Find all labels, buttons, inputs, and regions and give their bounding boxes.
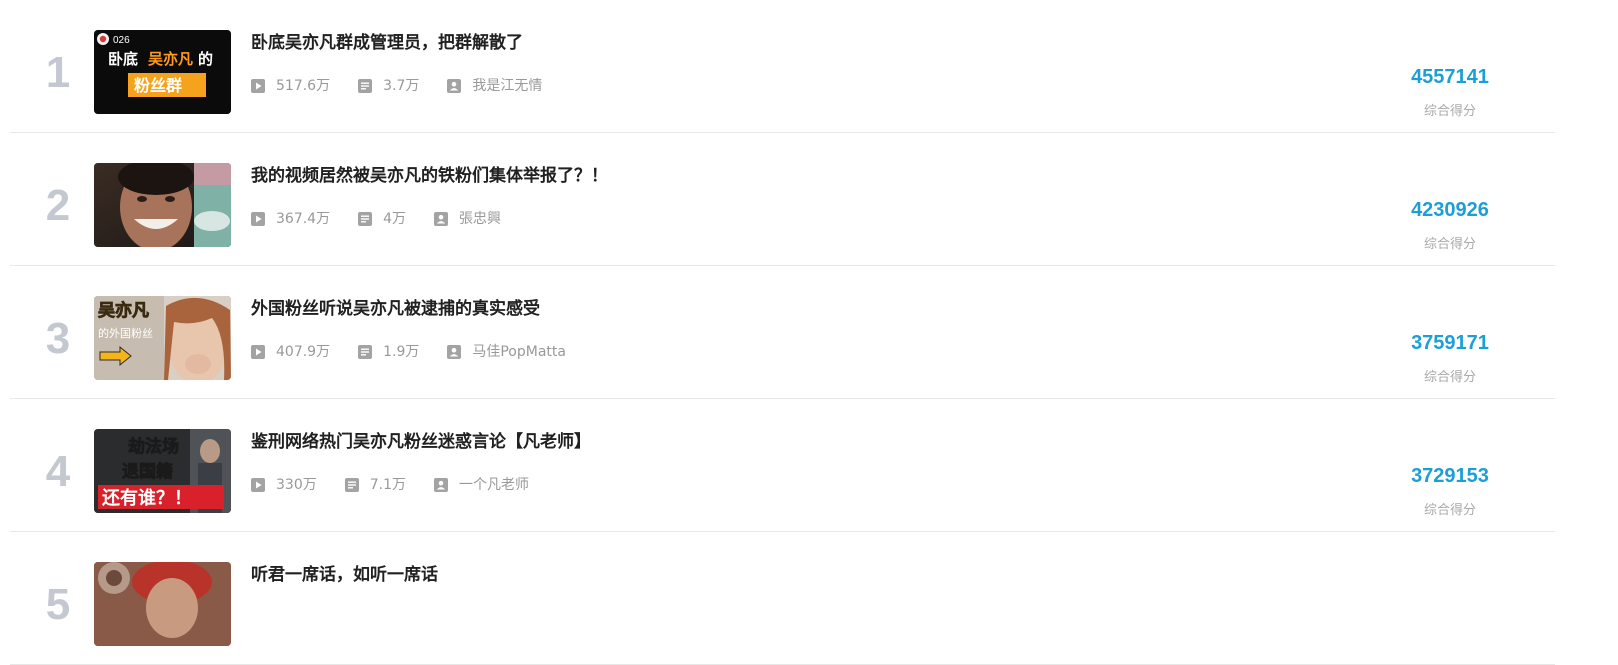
thumb-line1: 卧底 <box>108 50 138 68</box>
uploader-icon <box>434 212 449 226</box>
thumb-line3: 还有谁？！ <box>101 487 192 509</box>
score-value: 3759171 <box>1411 332 1489 354</box>
thumbnail-image <box>94 163 231 247</box>
play-count: 407.9万 <box>251 343 330 361</box>
thumb-line1: 劫法场 <box>128 436 179 457</box>
play-count-value: 367.4万 <box>276 211 331 227</box>
score-label: 综合得分 <box>1423 370 1476 385</box>
danmaku-count: 3.7万 <box>358 77 419 95</box>
rank-number: 1 <box>45 48 71 97</box>
rank-list: 1 026 卧底 吴亦凡 的 粉丝群 卧底吴亦凡群成管理员，把群解散了 517.… <box>10 0 1555 665</box>
danmaku-count: 4万 <box>358 210 406 228</box>
video-title[interactable]: 鉴刑网络热门吴亦凡粉丝迷惑言论【凡老师】 <box>251 430 591 454</box>
video-thumbnail[interactable]: 026 卧底 吴亦凡 的 粉丝群 <box>94 30 231 114</box>
play-count: 517.6万 <box>251 77 330 95</box>
thumb-line2: 的外国粉丝 <box>98 326 153 340</box>
play-count-value: 407.9万 <box>276 344 331 360</box>
score-value: 4557141 <box>1411 66 1489 88</box>
play-icon <box>251 79 265 93</box>
danmaku-icon <box>358 79 373 93</box>
score-label: 综合得分 <box>1423 503 1476 518</box>
rank-number: 5 <box>45 580 71 629</box>
video-title[interactable]: 卧底吴亦凡群成管理员，把群解散了 <box>251 31 523 55</box>
thumb-line1: 吴亦凡 <box>98 300 149 321</box>
rank-number: 4 <box>45 447 71 496</box>
uploader-icon <box>447 79 462 93</box>
thumbnail-image: 吴亦凡 的外国粉丝 <box>94 296 231 380</box>
score-block: 4557141 综合得分 <box>1395 65 1505 120</box>
play-icon <box>251 212 265 226</box>
video-thumbnail[interactable]: 吴亦凡 的外国粉丝 <box>94 296 231 380</box>
danmaku-count-value: 3.7万 <box>383 78 420 94</box>
danmaku-icon <box>358 212 373 226</box>
thumb-banner: 粉丝群 <box>134 76 182 95</box>
uploader[interactable]: 马佳PopMatta <box>447 343 566 361</box>
score-label: 综合得分 <box>1423 104 1476 119</box>
danmaku-icon <box>358 345 373 359</box>
danmaku-icon <box>344 478 359 492</box>
score-block: 4230926 综合得分 <box>1395 198 1505 253</box>
score-block: 3729153 综合得分 <box>1395 464 1505 519</box>
uploader-icon <box>447 345 462 359</box>
play-count-value: 330万 <box>276 477 317 493</box>
thumb-line1-end: 的 <box>198 50 213 68</box>
uploader-name[interactable]: 马佳PopMatta <box>472 343 566 361</box>
score-block: 3759171 综合得分 <box>1395 331 1505 386</box>
video-meta: 407.9万 1.9万 马佳PopMatta <box>251 343 594 361</box>
thumbnail-image <box>94 562 231 646</box>
score-label: 综合得分 <box>1423 237 1476 252</box>
thumb-episode: 026 <box>113 35 130 46</box>
play-count-value: 517.6万 <box>276 78 331 94</box>
rank-item: 2 我的视频居然被吴亦凡的铁粉们集体举报了？！ 367.4万 4万 張忠興 42… <box>10 133 1555 266</box>
play-icon <box>251 345 265 359</box>
rank-item: 5 听君一席话，如听一席话 <box>10 532 1555 665</box>
uploader[interactable]: 張忠興 <box>434 210 501 228</box>
video-meta: 367.4万 4万 張忠興 <box>251 210 529 228</box>
play-count: 367.4万 <box>251 210 330 228</box>
video-thumbnail[interactable] <box>94 562 231 646</box>
video-meta: 330万 7.1万 一个凡老师 <box>251 476 557 494</box>
thumbnail-image: 026 卧底 吴亦凡 的 粉丝群 <box>94 30 231 114</box>
video-title[interactable]: 我的视频居然被吴亦凡的铁粉们集体举报了？！ <box>251 164 608 188</box>
thumb-highlight: 吴亦凡 <box>148 50 193 68</box>
video-thumbnail[interactable] <box>94 163 231 247</box>
uploader[interactable]: 我是江无情 <box>447 77 542 95</box>
uploader-name[interactable]: 一个凡老师 <box>459 476 529 494</box>
score-value: 4230926 <box>1411 199 1489 221</box>
danmaku-count: 7.1万 <box>344 476 406 494</box>
rank-number: 2 <box>45 181 71 230</box>
play-icon <box>251 478 265 492</box>
score-value: 3729153 <box>1411 465 1489 487</box>
video-thumbnail[interactable]: 劫法场 退国籍 还有谁？！ <box>94 429 231 513</box>
uploader[interactable]: 一个凡老师 <box>434 476 529 494</box>
rank-item: 3 吴亦凡 的外国粉丝 外国粉丝听说吴亦凡被逮捕的真实感受 407.9万 1.9… <box>10 266 1555 399</box>
danmaku-count-value: 1.9万 <box>383 344 420 360</box>
video-title[interactable]: 听君一席话，如听一席话 <box>251 563 438 587</box>
uploader-icon <box>434 478 448 492</box>
danmaku-count-value: 7.1万 <box>369 477 406 493</box>
rank-item: 1 026 卧底 吴亦凡 的 粉丝群 卧底吴亦凡群成管理员，把群解散了 517.… <box>10 0 1555 133</box>
video-title[interactable]: 外国粉丝听说吴亦凡被逮捕的真实感受 <box>251 297 540 321</box>
thumb-line2: 退国籍 <box>122 461 173 482</box>
uploader-name[interactable]: 張忠興 <box>459 210 501 228</box>
danmaku-count-value: 4万 <box>383 211 407 227</box>
danmaku-count: 1.9万 <box>358 343 419 361</box>
video-meta: 517.6万 3.7万 我是江无情 <box>251 77 570 95</box>
uploader-name[interactable]: 我是江无情 <box>472 77 542 95</box>
rank-item: 4 劫法场 退国籍 还有谁？！ 鉴刑网络热门吴亦凡粉丝迷惑言论【凡老师】 330… <box>10 399 1555 532</box>
rank-number: 3 <box>45 314 71 363</box>
play-count: 330万 <box>251 476 317 494</box>
thumbnail-image: 劫法场 退国籍 还有谁？！ <box>94 429 231 513</box>
